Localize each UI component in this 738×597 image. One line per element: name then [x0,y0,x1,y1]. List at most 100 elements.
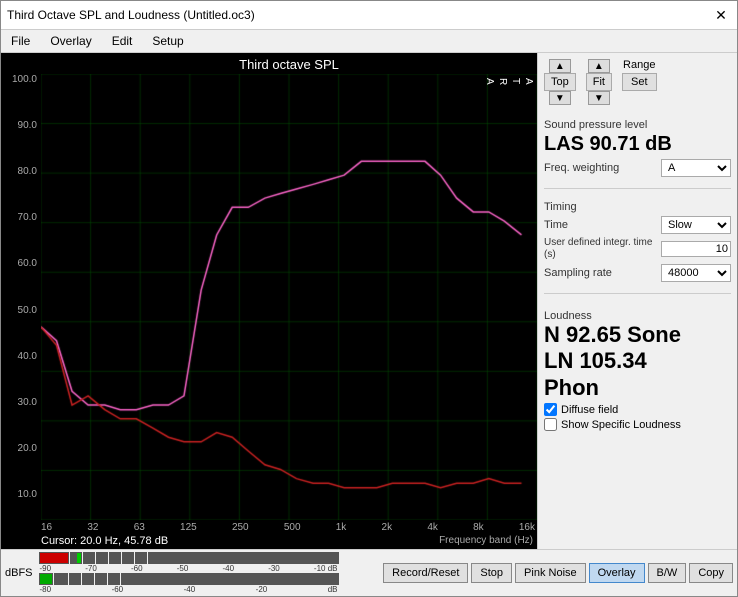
y-label-top: 100.0 [5,74,37,85]
meter-seg-dark5 [122,552,134,564]
meter-seg-dark4 [109,552,121,564]
loudness-section: Loudness N 92.65 Sone LN 105.34 Phon Dif… [544,306,731,433]
meter-bot [39,573,339,585]
window-title: Third Octave SPL and Loudness (Untitled.… [7,8,255,22]
divider-2 [544,293,731,294]
x-label-500: 500 [284,522,301,533]
range-block: Range Set [622,59,657,105]
diffuse-field-checkbox[interactable] [544,403,557,416]
meter-seg-dark2 [83,552,95,564]
sampling-rate-select[interactable]: 48000 44100 96000 [661,264,731,282]
top-nav-block: ▲ Top ▼ [544,59,576,105]
meter-scale-bot: -80 -60 -40 -20 dB [39,585,339,594]
chart-title: Third octave SPL [1,53,537,74]
fit-label[interactable]: Fit [586,73,612,91]
meter-seg-dark7 [148,552,339,564]
x-label-4k: 4k [427,522,438,533]
top-up-arrow[interactable]: ▲ [549,59,571,73]
diffuse-field-label: Diffuse field [561,404,618,416]
arta-label: ARTA [483,78,535,85]
meter-dark-b1 [54,573,68,585]
diffuse-field-row: Diffuse field [544,403,731,416]
show-specific-row: Show Specific Loudness [544,418,731,431]
meter-seg-dark3 [96,552,108,564]
record-reset-button[interactable]: Record/Reset [383,563,468,583]
cursor-info: Cursor: 20.0 Hz, 45.78 dB [41,535,168,547]
time-row: Time Slow Fast Impulse [544,216,731,234]
x-axis-title: Frequency band (Hz) [439,535,533,547]
x-label-2k: 2k [382,522,393,533]
bottom-buttons: Record/Reset Stop Pink Noise Overlay B/W… [383,563,733,583]
freq-weighting-select[interactable]: A C Z [661,159,731,177]
user-defined-row: User defined integr. time (s) [544,237,731,261]
time-select[interactable]: Slow Fast Impulse [661,216,731,234]
meter-seg-red1 [39,552,69,564]
scale-neg70: -70 [85,564,97,573]
show-specific-label: Show Specific Loudness [561,419,681,431]
pink-noise-button[interactable]: Pink Noise [515,563,586,583]
level-meter: -90 -70 -60 -50 -40 -30 -10 dB -80 [39,552,339,594]
top-nav-area: ▲ Top ▼ ▲ Fit ▼ Range Set [544,59,731,105]
meter-top [39,552,339,564]
close-button[interactable]: ✕ [711,5,731,25]
menu-setup[interactable]: Setup [148,32,187,50]
y-label-7: 40.0 [5,351,37,362]
top-down-arrow[interactable]: ▼ [549,91,571,105]
x-label-1k: 1k [336,522,347,533]
set-button[interactable]: Set [622,73,657,91]
chart-canvas[interactable] [41,74,537,520]
meter-dark-b2 [69,573,81,585]
x-label-125: 125 [180,522,197,533]
loudness-section-label: Loudness [544,310,731,322]
scale-neg50: -50 [177,564,189,573]
menu-edit[interactable]: Edit [108,32,137,50]
y-label-5: 60.0 [5,258,37,269]
chart-area: Third octave SPL 100.0 90.0 80.0 70.0 60… [1,53,537,549]
overlay-button[interactable]: Overlay [589,563,645,583]
scale-bot-neg40: -40 [184,585,196,594]
user-defined-input[interactable] [661,241,731,257]
scale-neg30: -30 [268,564,280,573]
spl-section: Sound pressure level LAS 90.71 dB Freq. … [544,115,731,180]
fit-down-arrow[interactable]: ▼ [588,91,610,105]
divider-1 [544,188,731,189]
y-label-8: 30.0 [5,397,37,408]
loudness-n-value: N 92.65 Sone [544,322,731,348]
x-label-32: 32 [87,522,98,533]
copy-button[interactable]: Copy [689,563,733,583]
y-label-4: 70.0 [5,212,37,223]
meter-dark-b4 [95,573,107,585]
user-defined-label: User defined integr. time (s) [544,237,661,261]
spl-section-label: Sound pressure level [544,119,731,131]
fit-up-arrow[interactable]: ▲ [588,59,610,73]
x-label-16k: 16k [519,522,535,533]
sampling-rate-row: Sampling rate 48000 44100 96000 [544,264,731,282]
menu-file[interactable]: File [7,32,34,50]
chart-body: 100.0 90.0 80.0 70.0 60.0 50.0 40.0 30.0… [1,74,537,520]
menu-overlay[interactable]: Overlay [46,32,95,50]
timing-section: Timing Time Slow Fast Impulse User defin… [544,197,731,285]
stop-button[interactable]: Stop [471,563,512,583]
main-window: Third Octave SPL and Loudness (Untitled.… [0,0,738,597]
show-specific-checkbox[interactable] [544,418,557,431]
scale-neg60: -60 [131,564,143,573]
meter-dark-b5 [108,573,120,585]
bw-button[interactable]: B/W [648,563,687,583]
time-label: Time [544,219,661,231]
meter-dark-b3 [82,573,94,585]
fit-nav-block: ▲ Fit ▼ [586,59,612,105]
y-label-2: 90.0 [5,120,37,131]
chart-plot[interactable]: ARTA [41,74,537,520]
meter-dark-b6 [121,573,339,585]
meter-scale-top: -90 -70 -60 -50 -40 -30 -10 dB [39,564,339,573]
timing-section-label: Timing [544,201,731,213]
top-label[interactable]: Top [544,73,576,91]
scale-bot-neg60: -60 [112,585,124,594]
meter-seg-dark1 [70,552,82,564]
x-label-8k: 8k [473,522,484,533]
range-label: Range [623,59,655,71]
scale-neg10: -10 dB [314,564,338,573]
x-label-63: 63 [134,522,145,533]
scale-neg90: -90 [40,564,52,573]
x-axis: 16 32 63 125 250 500 1k 2k 4k 8k 16k [1,520,537,533]
